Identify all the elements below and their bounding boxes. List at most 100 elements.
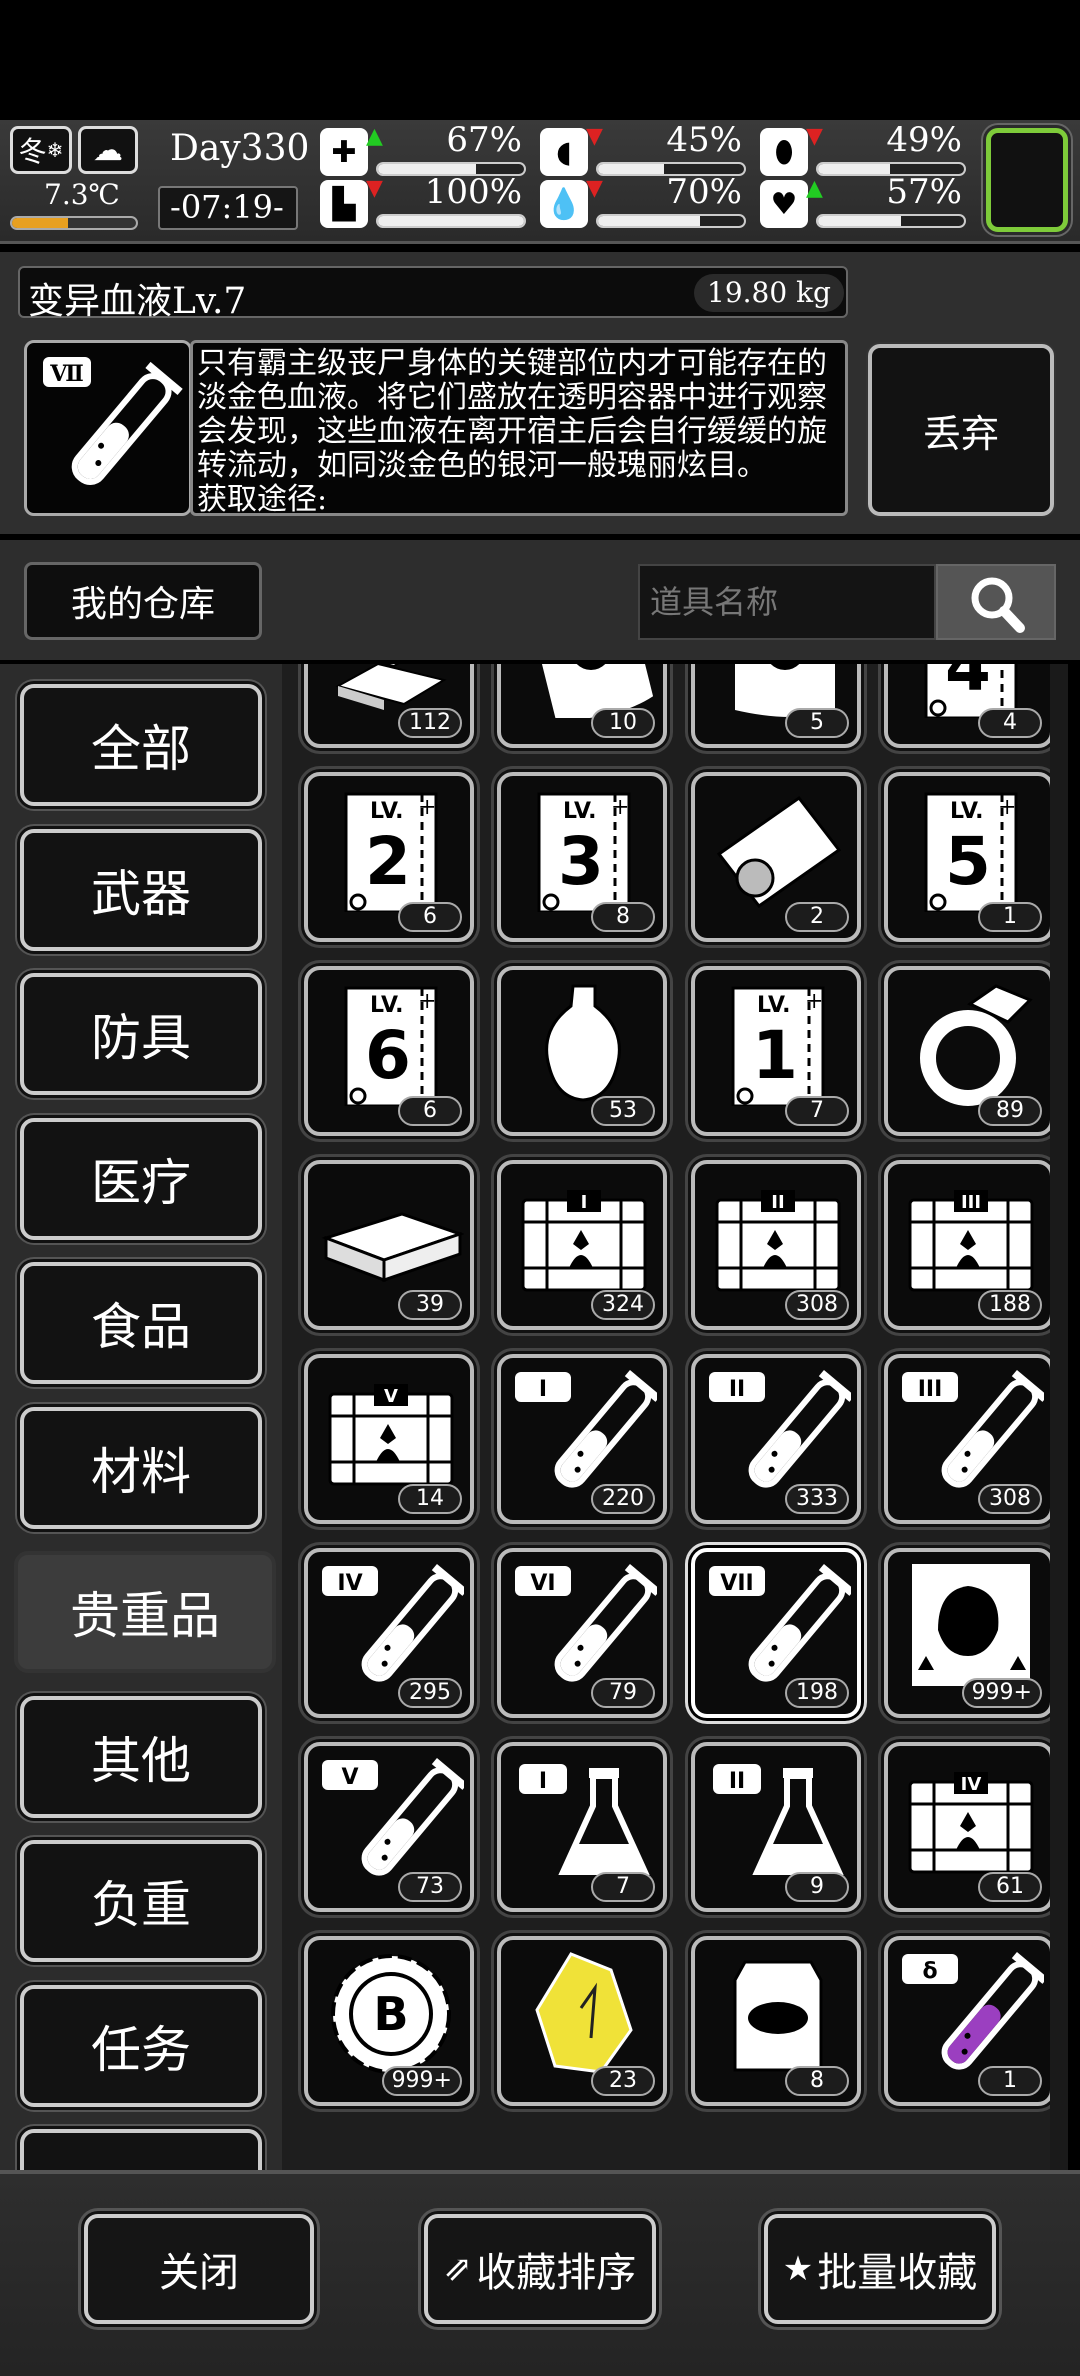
crate-iii-icon: III bbox=[908, 1190, 1034, 1292]
category-9-button[interactable]: 任务 bbox=[20, 1984, 262, 2107]
item-description: 只有霸主级丧尸身体的关键部位内才可能存在的淡金色血液。将它们盛放在透明容器中进行… bbox=[197, 346, 827, 483]
category-4-button[interactable]: 食品 bbox=[20, 1262, 262, 1384]
category-more-button[interactable] bbox=[20, 2129, 262, 2170]
item-slot[interactable]: VII 198 bbox=[691, 1548, 861, 1718]
item-count-badge: 89 bbox=[978, 1096, 1042, 1126]
equipment-slot-button[interactable] bbox=[986, 128, 1068, 232]
category-1-button[interactable]: 武器 bbox=[20, 828, 262, 951]
item-slot[interactable]: LV. +1 7 bbox=[691, 966, 861, 1136]
item-count-badge: 999+ bbox=[961, 1678, 1042, 1708]
item-slot[interactable]: III 308 bbox=[884, 1354, 1050, 1524]
item-slot[interactable]: II 9 bbox=[691, 1742, 861, 1912]
blood-tube-iv-icon: IV bbox=[322, 1563, 464, 1682]
item-count-badge: 6 bbox=[398, 902, 462, 932]
item-slot[interactable]: II 333 bbox=[691, 1354, 861, 1524]
svg-text:LV.: LV. bbox=[950, 799, 984, 824]
svg-text:LV.: LV. bbox=[563, 799, 597, 824]
seed-bag-icon bbox=[733, 1960, 823, 2072]
item-count-badge: 39 bbox=[398, 1290, 462, 1320]
item-count-badge: 308 bbox=[978, 1484, 1042, 1514]
stat-arrow-down-icon: ▼ bbox=[586, 124, 603, 149]
item-slot[interactable]: 53 bbox=[497, 966, 667, 1136]
item-description-box[interactable]: 只有霸主级丧尸身体的关键部位内才可能存在的淡金色血液。将它们盛放在透明容器中进行… bbox=[190, 340, 848, 516]
tube-roman-label: δ bbox=[922, 1959, 937, 1984]
portrait-ticket-icon bbox=[716, 795, 842, 909]
item-count-badge: 333 bbox=[785, 1484, 849, 1514]
item-slot[interactable]: 8 bbox=[691, 1936, 861, 2106]
category-0-button[interactable]: 全部 bbox=[20, 684, 262, 806]
item-slot[interactable]: IV 295 bbox=[304, 1548, 474, 1718]
category-7-button[interactable]: 其他 bbox=[20, 1695, 262, 1818]
item-slot[interactable]: 112 bbox=[304, 664, 474, 748]
flask-i-icon: I bbox=[519, 1764, 650, 1875]
item-slot[interactable]: B5 bbox=[691, 664, 861, 748]
item-slot[interactable]: V 14 bbox=[304, 1354, 474, 1524]
batch-favorite-button[interactable]: ★ 批量收藏 bbox=[764, 2214, 996, 2324]
item-slot[interactable]: 23 bbox=[497, 1936, 667, 2106]
item-count-badge: 8 bbox=[785, 2066, 849, 2096]
svg-text:+: + bbox=[998, 795, 1016, 820]
item-slot[interactable]: III 188 bbox=[884, 1160, 1050, 1330]
item-slot[interactable]: 2 bbox=[691, 772, 861, 942]
crate-iv-icon: IV bbox=[908, 1772, 1034, 1874]
item-slot[interactable]: V 73 bbox=[304, 1742, 474, 1912]
lv1-book-icon: LV. +1 bbox=[731, 986, 825, 1106]
item-slot[interactable]: I7 bbox=[497, 1742, 667, 1912]
category-3-button[interactable]: 医疗 bbox=[20, 1117, 262, 1240]
category-8-button[interactable]: 负重 bbox=[20, 1840, 262, 1962]
sort-label: 收藏排序 bbox=[476, 2250, 637, 2296]
search-input[interactable] bbox=[640, 566, 934, 638]
item-count-badge: 6 bbox=[398, 1096, 462, 1126]
stat-percent: 70% bbox=[666, 172, 742, 212]
item-count-badge: 295 bbox=[398, 1678, 462, 1708]
item-count-badge: 8 bbox=[591, 902, 655, 932]
item-slot[interactable]: 999+ bbox=[884, 1548, 1050, 1718]
lv6-book-icon: LV. +6 bbox=[344, 986, 438, 1106]
item-slot[interactable]: B 999+ bbox=[304, 1936, 474, 2106]
item-slot[interactable]: I 220 bbox=[497, 1354, 667, 1524]
item-slot[interactable]: VI 79 bbox=[497, 1548, 667, 1718]
item-slot[interactable]: LV. +2 6 bbox=[304, 772, 474, 942]
search-button[interactable] bbox=[936, 564, 1056, 640]
coin-letter: B bbox=[373, 1987, 408, 2041]
item-slot[interactable]: II 308 bbox=[691, 1160, 861, 1330]
crate-roman-label: V bbox=[384, 1386, 398, 1407]
item-slot[interactable]: LV. +6 6 bbox=[304, 966, 474, 1136]
item-slot[interactable]: B 10 bbox=[497, 664, 667, 748]
foot-icon: ▙ bbox=[320, 180, 368, 228]
flask-roman-label: I bbox=[539, 1769, 547, 1794]
category-6-button[interactable]: 贵重品 bbox=[14, 1551, 276, 1673]
stat-bar-fill bbox=[598, 216, 701, 226]
svg-text:+: + bbox=[805, 989, 823, 1014]
category-2-button[interactable]: 防具 bbox=[20, 973, 262, 1095]
item-source-label: 获取途径: bbox=[197, 482, 328, 516]
stat-bar-fill bbox=[378, 216, 524, 226]
item-count-badge: 10 bbox=[591, 708, 655, 738]
tube-roman-label: VII bbox=[720, 1571, 753, 1596]
item-slot[interactable]: LV. +5 1 bbox=[884, 772, 1050, 942]
temperature-bar bbox=[10, 216, 138, 230]
item-slot[interactable]: LV. +3 8 bbox=[497, 772, 667, 942]
close-button[interactable]: 关闭 bbox=[84, 2214, 314, 2324]
water-drop-icon: 💧 bbox=[540, 180, 588, 228]
my-storage-tab[interactable]: 我的仓库 bbox=[24, 562, 262, 640]
grid-scrollbar[interactable] bbox=[1050, 664, 1068, 2170]
item-count-badge: 4 bbox=[978, 708, 1042, 738]
item-slot[interactable]: 89 bbox=[884, 966, 1050, 1136]
item-slot[interactable]: I 324 bbox=[497, 1160, 667, 1330]
lv5-book-icon: LV. +5 bbox=[924, 792, 1018, 912]
category-5-button[interactable]: 材料 bbox=[20, 1406, 262, 1529]
item-count-badge: 198 bbox=[785, 1678, 849, 1708]
star-icon: ★ bbox=[782, 2249, 814, 2289]
crate-roman-label: IV bbox=[961, 1774, 982, 1795]
yellow-crystal-icon bbox=[535, 1952, 633, 2074]
discard-button[interactable]: 丢弃 bbox=[868, 344, 1054, 516]
search-field[interactable] bbox=[638, 564, 936, 640]
sort-favorites-button[interactable]: ⇗ 收藏排序 bbox=[424, 2214, 656, 2324]
tube-roman-label: VI bbox=[530, 1571, 555, 1596]
item-slot[interactable]: LV.+44 bbox=[884, 664, 1050, 748]
item-slot[interactable]: 39 bbox=[304, 1160, 474, 1330]
svg-text:B: B bbox=[582, 664, 600, 665]
item-slot[interactable]: δ1 bbox=[884, 1936, 1050, 2106]
item-slot[interactable]: IV 61 bbox=[884, 1742, 1050, 1912]
